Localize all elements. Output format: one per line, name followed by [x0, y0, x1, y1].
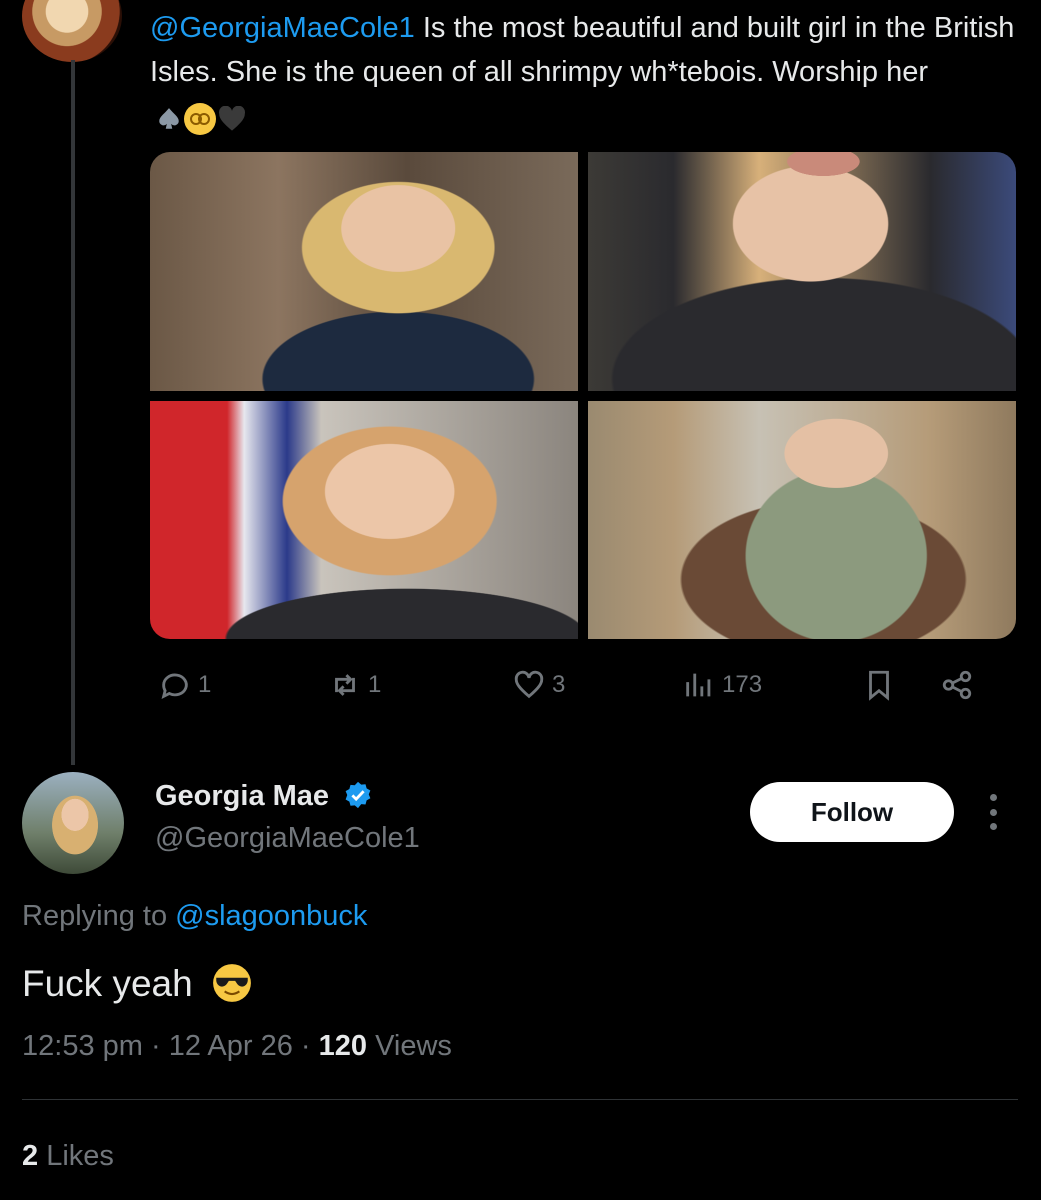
bookmark-icon — [869, 670, 889, 701]
views-button[interactable]: 173 — [682, 668, 762, 702]
author-handle[interactable]: @GeorgiaMaeCole1 — [155, 822, 420, 855]
photo-2[interactable] — [588, 152, 1016, 391]
replying-prefix: Replying to — [22, 900, 176, 932]
view-count: 173 — [722, 671, 763, 698]
photo-3[interactable] — [150, 400, 578, 639]
like-count: 3 — [552, 671, 566, 698]
woozy-face-icon — [184, 102, 216, 135]
follow-button[interactable]: Follow — [750, 782, 954, 842]
likes-summary[interactable]: 2 Likes — [22, 1140, 114, 1173]
replying-to: Replying to @slagoonbuck — [22, 900, 367, 933]
like-button[interactable]: 3 — [512, 668, 565, 702]
share-button[interactable] — [940, 668, 974, 702]
retweet-button[interactable]: 1 — [328, 668, 381, 702]
thread-line — [71, 60, 75, 765]
reply-author-avatar[interactable] — [22, 772, 124, 874]
tweet-meta: 12:53 pm · 12 Apr 26 · 120 Views — [22, 1030, 452, 1063]
views-count: 120 — [318, 1030, 368, 1062]
bookmark-button[interactable] — [862, 668, 896, 702]
likes-count: 2 — [22, 1140, 39, 1172]
retweet-icon — [335, 674, 355, 696]
likes-label: Likes — [38, 1140, 114, 1172]
reply-count: 1 — [198, 671, 212, 698]
sunglasses-face-icon — [213, 964, 251, 1002]
views-icon — [686, 673, 711, 697]
tweet-date[interactable]: 12 Apr 26 — [169, 1030, 293, 1062]
more-options-icon[interactable] — [981, 794, 1005, 830]
reply-button[interactable]: 1 — [158, 668, 211, 702]
photo-1[interactable] — [150, 152, 578, 391]
tweet-time[interactable]: 12:53 pm — [22, 1030, 143, 1062]
replying-to-link[interactable]: @slagoonbuck — [175, 900, 367, 932]
photo-grid — [150, 152, 1016, 639]
views-label: Views — [367, 1030, 452, 1062]
share-icon — [942, 670, 972, 700]
parent-action-bar: 1 1 3 173 — [150, 668, 1016, 714]
divider — [22, 1099, 1018, 1100]
author-name-text: Georgia Mae — [155, 780, 330, 812]
meta-separator: · — [142, 1030, 169, 1062]
heart-icon — [514, 670, 544, 699]
retweet-count: 1 — [368, 671, 382, 698]
verified-badge-icon — [345, 781, 371, 809]
parent-emojis — [156, 95, 246, 139]
meta-separator-2: · — [292, 1030, 319, 1062]
reply-body: Fuck yeah — [22, 963, 193, 1004]
parent-mention-link[interactable]: @GeorgiaMaeCole1 — [150, 12, 415, 44]
photo-4[interactable] — [588, 400, 1016, 639]
parent-author-avatar[interactable] — [22, 0, 122, 62]
parent-tweet-text: @GeorgiaMaeCole1 Is the most beautiful a… — [150, 6, 1020, 139]
black-heart-icon — [219, 105, 245, 131]
reply-icon — [161, 673, 188, 699]
spade-icon — [159, 107, 179, 129]
author-display-name[interactable]: Georgia Mae — [155, 780, 373, 813]
reply-tweet-text: Fuck yeah — [22, 962, 253, 1005]
